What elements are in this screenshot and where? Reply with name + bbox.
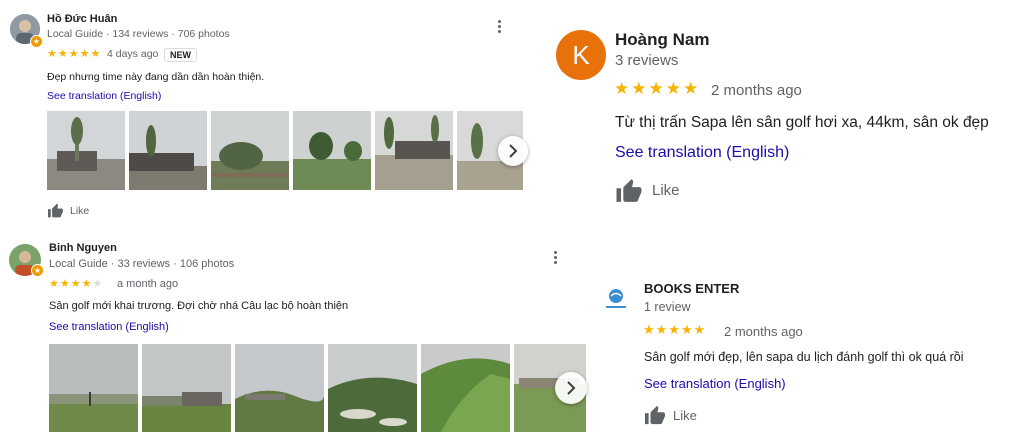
review-text: Từ thị trấn Sapa lên sân golf hơi xa, 44…	[615, 114, 989, 131]
review-age: 2 months ago	[724, 324, 803, 339]
new-badge: NEW	[164, 48, 197, 62]
like-button[interactable]: Like	[47, 203, 89, 218]
review-text: Đẹp nhưng time này đang dần dần hoàn thi…	[47, 71, 265, 83]
see-translation-link[interactable]: See translation (English)	[644, 376, 786, 391]
thumb-up-icon	[48, 203, 63, 218]
review-photo[interactable]	[235, 344, 324, 432]
photo-strip	[49, 344, 586, 432]
like-button[interactable]: Like	[644, 405, 697, 425]
more-vert-icon[interactable]	[495, 20, 503, 35]
see-translation-link[interactable]: See translation (English)	[49, 321, 169, 333]
local-guide-icon: ★	[30, 35, 43, 48]
photo-strip	[47, 111, 523, 190]
chevron-right-icon	[567, 381, 576, 395]
thumb-up-icon	[645, 405, 665, 425]
reviewer-meta: 3 reviews	[615, 52, 679, 69]
review-photo[interactable]	[211, 111, 289, 190]
reviewer-meta: 1 review	[644, 300, 691, 314]
review-card-4: BOOKS ENTER 1 review ★★★★★ 2 months ago …	[595, 270, 1024, 445]
review-text: Sân golf mới đẹp, lên sapa du lịch đánh …	[644, 350, 964, 364]
see-translation-link[interactable]: See translation (English)	[615, 144, 789, 162]
thumb-up-icon	[616, 179, 642, 202]
reviewer-name[interactable]: Hồ Đức Huân	[47, 13, 117, 25]
reviewer-meta: Local Guide · 134 reviews · 706 photos	[47, 28, 230, 40]
photos-next-button[interactable]	[498, 136, 528, 166]
review-photo[interactable]	[47, 111, 125, 190]
reviewer-name[interactable]: Binh Nguyen	[49, 242, 117, 254]
reviewer-name[interactable]: BOOKS ENTER	[644, 281, 739, 296]
review-photo[interactable]	[375, 111, 453, 190]
local-guide-icon: ★	[31, 264, 44, 277]
review-card-1: ★ Hồ Đức Huân Local Guide · 134 reviews …	[0, 0, 530, 230]
review-age: 2 months ago	[711, 82, 802, 99]
see-translation-link[interactable]: See translation (English)	[47, 90, 161, 102]
photos-next-button[interactable]	[555, 372, 587, 404]
review-photo[interactable]	[49, 344, 138, 432]
reviewer-avatar[interactable]	[603, 286, 629, 312]
like-label: Like	[70, 204, 90, 217]
review-photo[interactable]	[129, 111, 207, 190]
reviewer-avatar[interactable]: K	[556, 30, 606, 80]
review-text: Sân golf mới khai trương. Đợi chờ nhá Câ…	[49, 300, 349, 312]
star-rating: ★★★★★	[49, 278, 104, 290]
more-vert-icon[interactable]	[551, 251, 559, 266]
star-rating: ★★★★★	[47, 48, 102, 60]
reviewer-meta: Local Guide · 33 reviews · 106 photos	[49, 258, 235, 270]
review-card-2: ★ Binh Nguyen Local Guide · 33 reviews ·…	[0, 232, 590, 445]
like-label: Like	[652, 182, 680, 199]
like-label: Like	[673, 407, 697, 423]
like-button[interactable]: Like	[615, 178, 680, 203]
star-rating: ★★★★★	[643, 322, 707, 337]
avatar-letter: K	[572, 39, 590, 70]
star-rating: ★★★★★	[614, 79, 701, 98]
chevron-right-icon	[509, 144, 518, 158]
review-photo[interactable]	[293, 111, 371, 190]
review-age: 4 days ago	[107, 48, 159, 60]
reviewer-name[interactable]: Hoàng Nam	[615, 30, 709, 50]
review-photo[interactable]	[328, 344, 417, 432]
review-photo[interactable]	[142, 344, 231, 432]
review-card-3: K Hoàng Nam 3 reviews ★★★★★ 2 months ago…	[550, 0, 1024, 230]
review-photo[interactable]	[421, 344, 510, 432]
review-age: a month ago	[117, 278, 179, 290]
